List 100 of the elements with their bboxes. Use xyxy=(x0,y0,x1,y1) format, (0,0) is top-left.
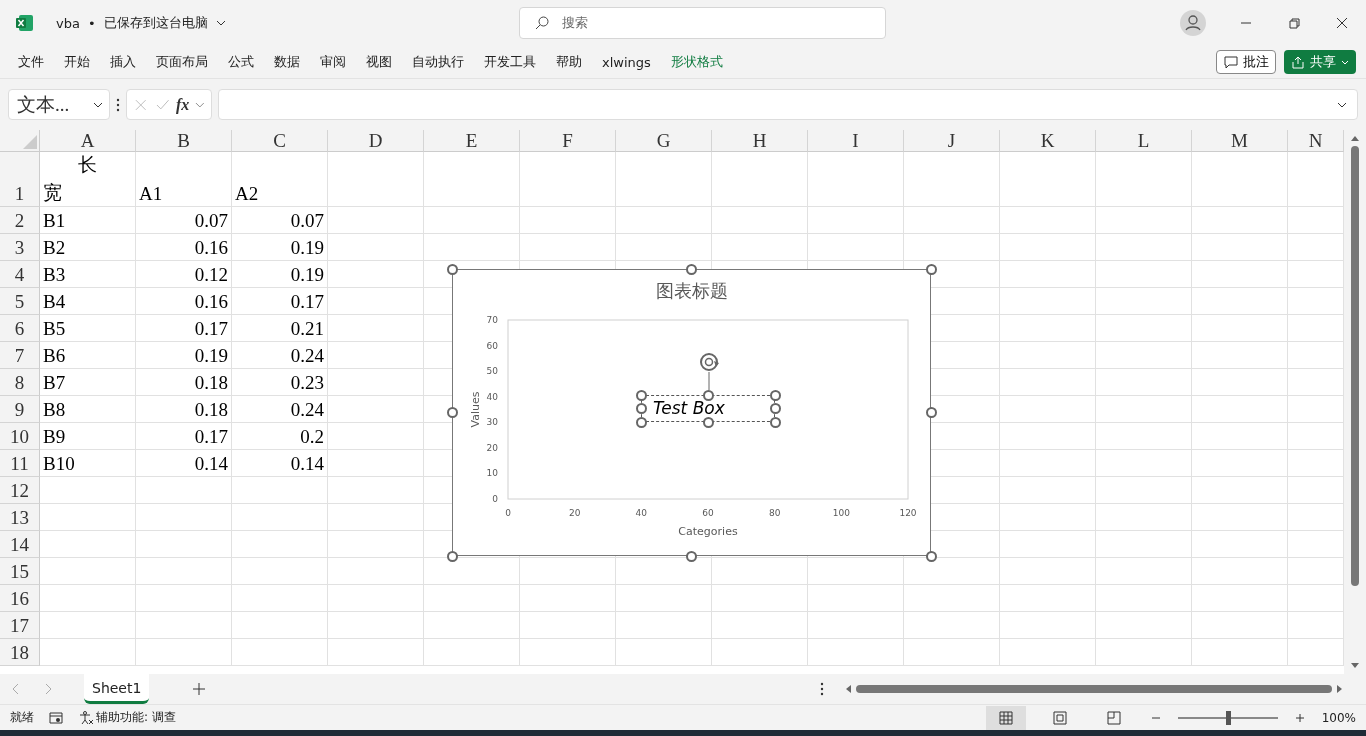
row-header[interactable]: 8 xyxy=(0,369,40,396)
ribbon-tab[interactable]: 视图 xyxy=(356,48,402,76)
column-header[interactable]: D xyxy=(328,130,424,152)
row-header[interactable]: 17 xyxy=(0,612,40,639)
column-header[interactable]: F xyxy=(520,130,616,152)
resize-handle[interactable] xyxy=(446,407,458,418)
ribbon-tab[interactable]: 开发工具 xyxy=(474,48,546,76)
column-header[interactable]: M xyxy=(1192,130,1288,152)
x-axis-title: Categories xyxy=(678,525,738,538)
column-header[interactable]: C xyxy=(232,130,328,152)
ribbon-tab[interactable]: 页面布局 xyxy=(146,48,218,76)
resize-handle[interactable] xyxy=(635,403,647,414)
resize-handle[interactable] xyxy=(925,407,937,418)
resize-handle[interactable] xyxy=(446,263,458,275)
row-header[interactable]: 18 xyxy=(0,639,40,666)
cell-text: 长 xyxy=(78,153,97,177)
ribbon-tab[interactable]: 文件 xyxy=(8,48,54,76)
table-cell: 0.16 xyxy=(136,288,232,315)
scroll-up-icon[interactable] xyxy=(1351,134,1359,142)
triangle-icon xyxy=(23,135,37,149)
macro-record-icon[interactable] xyxy=(48,709,64,726)
table-cell: 0.19 xyxy=(136,342,232,369)
ribbon-tab[interactable]: 公式 xyxy=(218,48,264,76)
plus-icon xyxy=(191,681,208,697)
column-header[interactable]: K xyxy=(1000,130,1096,152)
column-header[interactable]: E xyxy=(424,130,520,152)
ribbon-tab[interactable]: 插入 xyxy=(100,48,146,76)
formula-input[interactable] xyxy=(218,89,1358,120)
scrollbar-thumb[interactable] xyxy=(1351,146,1359,586)
y-tick-label: 20 xyxy=(486,442,498,453)
rotate-handle-icon[interactable] xyxy=(700,353,719,371)
row-header[interactable]: 15 xyxy=(0,558,40,585)
ribbon-tab[interactable]: 帮助 xyxy=(546,48,592,76)
ribbon-tab[interactable]: 形状格式 xyxy=(660,48,733,76)
accessibility-status[interactable]: 辅助功能: 调查 xyxy=(96,709,176,726)
more-icon[interactable] xyxy=(116,97,120,112)
caret-icon[interactable] xyxy=(215,18,226,28)
zoom-level[interactable]: 100% xyxy=(1321,710,1356,725)
row-header[interactable]: 11 xyxy=(0,450,40,477)
resize-handle[interactable] xyxy=(686,263,697,275)
row-header[interactable]: 14 xyxy=(0,531,40,558)
scroll-left-icon[interactable] xyxy=(844,685,852,693)
ribbon-tab[interactable]: 数据 xyxy=(264,48,310,76)
sheet-tab[interactable]: Sheet1 xyxy=(84,674,150,704)
resize-handle[interactable] xyxy=(769,416,781,428)
column-header[interactable]: I xyxy=(808,130,904,152)
avatar-icon[interactable] xyxy=(1180,10,1206,36)
column-header[interactable]: H xyxy=(712,130,808,152)
row-header[interactable]: 3 xyxy=(0,234,40,261)
column-header[interactable]: A xyxy=(40,130,136,152)
accessibility-icon[interactable] xyxy=(78,709,94,726)
save-status[interactable]: 已保存到这台电脑 xyxy=(103,14,208,32)
scroll-down-icon[interactable] xyxy=(1351,662,1359,670)
excel-logo-icon xyxy=(16,14,34,32)
more-icon[interactable] xyxy=(820,682,824,696)
row-header[interactable]: 9 xyxy=(0,396,40,423)
resize-handle[interactable] xyxy=(702,389,714,401)
row-header[interactable]: 4 xyxy=(0,261,40,288)
row-header[interactable]: 6 xyxy=(0,315,40,342)
row-header[interactable]: 10 xyxy=(0,423,40,450)
share-button[interactable]: 共享 xyxy=(1284,50,1356,74)
table-cell: B9 xyxy=(40,423,136,450)
resize-handle[interactable] xyxy=(769,389,781,401)
ribbon-tab[interactable]: xlwings xyxy=(592,48,661,76)
row-header[interactable]: 2 xyxy=(0,207,40,234)
file-title[interactable]: vba xyxy=(56,15,80,31)
resize-handle[interactable] xyxy=(769,403,781,414)
resize-handle[interactable] xyxy=(702,416,714,428)
column-header[interactable]: N xyxy=(1288,130,1344,152)
table-cell: B3 xyxy=(40,261,136,288)
row-header[interactable]: 1 xyxy=(0,152,40,207)
comments-button[interactable]: 批注 xyxy=(1216,50,1276,74)
scroll-right-icon[interactable] xyxy=(1336,685,1344,693)
table-cell: 0.07 xyxy=(136,207,232,234)
column-header[interactable]: L xyxy=(1096,130,1192,152)
insert-function-button[interactable]: fx xyxy=(176,95,190,114)
ribbon-tab[interactable]: 审阅 xyxy=(310,48,356,76)
name-box[interactable]: 文本... xyxy=(8,89,110,120)
resize-handle[interactable] xyxy=(635,416,647,428)
ribbon-tab[interactable]: 开始 xyxy=(54,48,100,76)
resize-handle[interactable] xyxy=(446,550,458,562)
search-field[interactable]: 搜索 xyxy=(519,7,887,39)
column-header[interactable]: G xyxy=(616,130,712,152)
row-header[interactable]: 16 xyxy=(0,585,40,612)
scrollbar-thumb[interactable] xyxy=(856,685,1332,693)
resize-handle[interactable] xyxy=(686,550,697,562)
row-header[interactable]: 13 xyxy=(0,504,40,531)
column-header[interactable]: B xyxy=(136,130,232,152)
resize-handle[interactable] xyxy=(925,550,937,562)
row-header[interactable]: 12 xyxy=(0,477,40,504)
row-header[interactable]: 5 xyxy=(0,288,40,315)
view-button[interactable] xyxy=(985,705,1026,730)
resize-handle[interactable] xyxy=(925,263,937,275)
row-header[interactable]: 7 xyxy=(0,342,40,369)
normal-view-icon xyxy=(997,709,1014,726)
table-cell: A2 xyxy=(232,152,328,207)
ribbon-tab[interactable]: 自动执行 xyxy=(402,48,474,76)
zoom-thumb[interactable] xyxy=(1225,710,1231,725)
column-header[interactable]: J xyxy=(904,130,1000,152)
resize-handle[interactable] xyxy=(635,389,647,401)
